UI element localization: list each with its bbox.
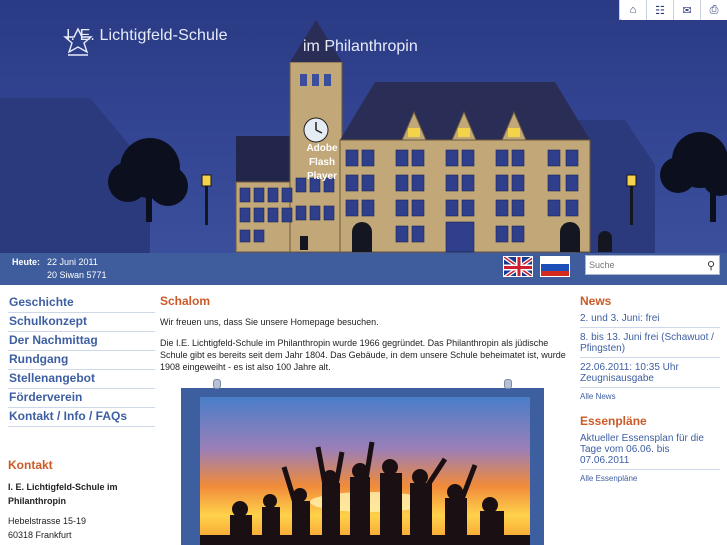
flash-player-placeholder[interactable]: Adobe Flash Player [300,142,344,184]
russian-flag-icon[interactable] [540,256,570,277]
news-heading: News [580,294,612,308]
date-gregorian: 22 Juni 2011 [47,257,98,267]
date-bar: Heute: 22 Juni 2011 20 Siwan 5771 ⚲ [0,253,727,285]
news-item[interactable]: 22.06.2011: 10:35 Uhr Zeugnisausgabe [580,362,720,388]
date-hebrew: 20 Siwan 5771 [47,270,107,280]
essen-heading: Essenpläne [580,414,647,428]
nav-item-foerderverein[interactable]: Förderverein [8,389,155,408]
news-item[interactable]: 2. und 3. Juni: frei [580,313,720,328]
sunset-students-photo [200,397,530,545]
main-content: Schalom Wir freuen uns, dass Sie unsere … [160,294,570,382]
all-news-link[interactable]: Alle News [580,392,720,401]
print-icon[interactable]: ⎙ [700,0,727,20]
nav-item-nachmittag[interactable]: Der Nachmittag [8,332,155,351]
history-paragraph: Die I.E. Lichtigfeld-Schule im Philanthr… [160,338,566,372]
all-essen-link[interactable]: Alle Essenpläne [580,474,720,483]
right-sidebar: News 2. und 3. Juni: frei 8. bis 13. Jun… [580,294,720,496]
page-title: Schalom [160,294,211,308]
nav-item-geschichte[interactable]: Geschichte [8,294,155,313]
english-flag-icon[interactable] [503,256,533,277]
news-item[interactable]: 8. bis 13. Juni frei (Schawuot / Pfingst… [580,332,720,358]
contact-heading: Kontakt [8,458,53,472]
mail-icon[interactable]: ✉ [673,0,700,20]
nav-item-kontakt[interactable]: Kontakt / Info / FAQs [8,408,155,427]
site-logo[interactable]: I. E. Lichtigfeld-Schule [60,27,228,56]
header-banner: I. E. Lichtigfeld-Schule im Philanthropi… [0,0,727,253]
contact-street: Hebelstrasse 15-19 [8,516,87,526]
intro-paragraph: Wir freuen uns, dass Sie unsere Homepage… [160,317,379,327]
frame-clip-icon [213,379,221,389]
contact-city: 60318 Frankfurt [8,530,72,540]
top-icon-bar: ⌂ ☷ ✉ ⎙ [619,0,727,20]
home-icon[interactable]: ⌂ [619,0,646,20]
today-label: Heute: [12,257,41,267]
left-navigation: Geschichte Schulkonzept Der Nachmittag R… [8,294,155,427]
nav-item-stellenangebot[interactable]: Stellenangebot [8,370,155,389]
sitemap-icon[interactable]: ☷ [646,0,673,20]
nav-item-schulkonzept[interactable]: Schulkonzept [8,313,155,332]
search-icon[interactable]: ⚲ [707,259,715,272]
nav-item-rundgang[interactable]: Rundgang [8,351,155,370]
search-input[interactable] [586,256,696,274]
menorah-star-icon [63,27,93,56]
flash-label: Adobe Flash Player [306,143,338,182]
contact-school-name: I. E. Lichtigfeld-Schule im Philanthropi… [8,482,118,506]
logo-subtitle: im Philanthropin [303,38,418,55]
frame-clip-icon [504,379,512,389]
search-box: ⚲ [585,255,720,275]
essen-item[interactable]: Aktueller Essensplan für die Tage vom 06… [580,433,720,470]
contact-address: Hebelstrasse 15-19 60318 Frankfurt [8,514,86,542]
